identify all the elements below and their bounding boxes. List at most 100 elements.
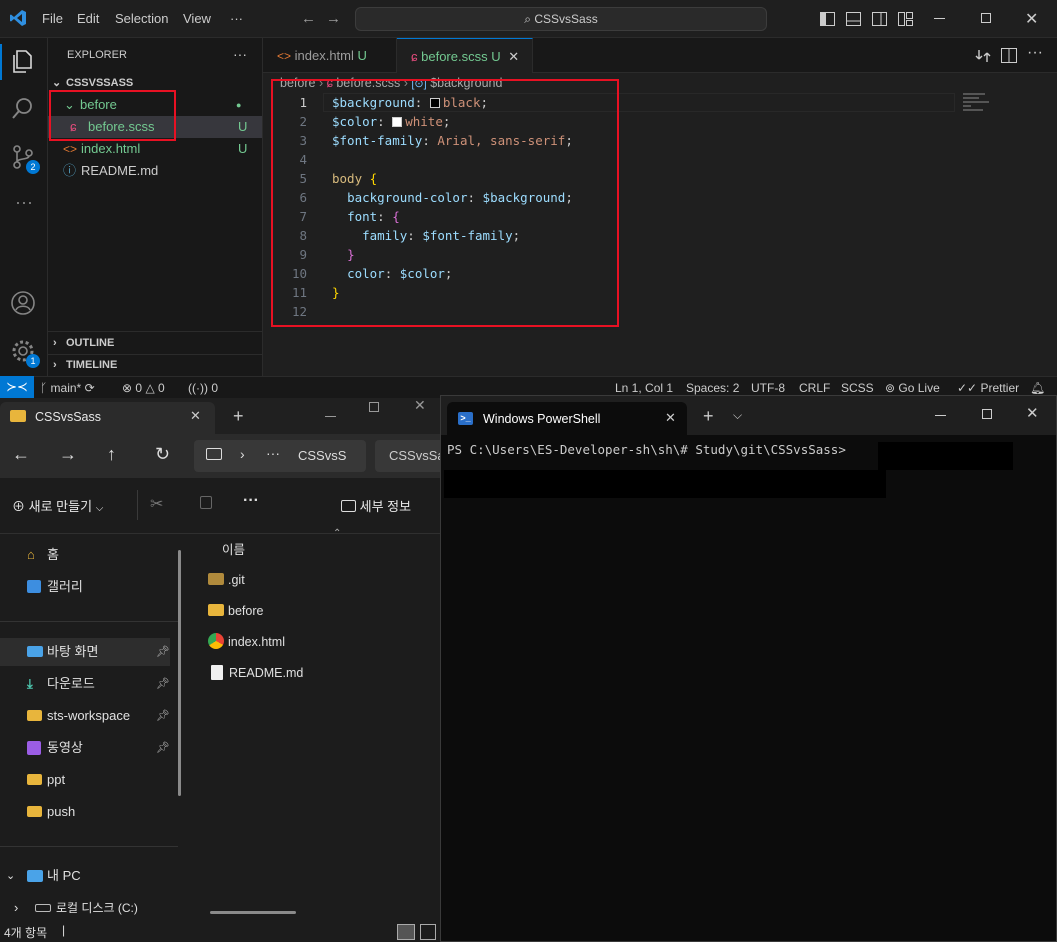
back-arrow-icon[interactable]: ← (301, 11, 316, 26)
prettier-button[interactable]: ✓✓ Prettier (957, 381, 1019, 395)
up-arrow-icon[interactable]: ↑ (107, 444, 116, 465)
cursor-position[interactable]: Ln 1, Col 1 (615, 381, 673, 395)
forward-arrow-icon[interactable]: → (59, 444, 77, 465)
nav-item-push[interactable]: push (0, 798, 170, 826)
terminal-body[interactable]: PS C:\Users\ES-Developer-sh\sh\# Study\g… (441, 435, 1056, 941)
settings-badge: 1 (26, 354, 40, 368)
address-overflow[interactable]: ··· (266, 445, 280, 461)
explorer-tab[interactable]: CSSvsSass ✕ (0, 402, 215, 434)
close-icon[interactable]: ✕ (1025, 9, 1038, 29)
forward-arrow-icon[interactable]: → (326, 11, 341, 26)
search-icon[interactable] (10, 96, 38, 124)
address-bar[interactable]: › ··· CSSvsS (194, 440, 366, 472)
tab-before-scss[interactable]: ɕ before.scss U ✕ (397, 38, 533, 73)
outline-section[interactable]: › OUTLINE (48, 332, 262, 354)
split-editor-icon[interactable] (1001, 48, 1017, 63)
branch-indicator[interactable]: ᚴ main* ⟳ (40, 381, 95, 395)
tree-item-label: index.html (81, 141, 141, 156)
minimize-icon[interactable] (935, 415, 946, 416)
code-editor[interactable]: before › ɕ before.scss › [⊙] $background… (263, 73, 1057, 376)
close-tab-icon[interactable]: ✕ (665, 410, 676, 426)
tab-index-html[interactable]: <> index.html U (263, 38, 397, 73)
sort-chevron-up-icon[interactable]: ⌃ (333, 528, 341, 539)
go-live-button[interactable]: ⊚ Go Live (885, 381, 940, 395)
toggle-secondary-sidebar-icon[interactable] (872, 12, 887, 26)
problems-indicator[interactable]: ⊗ 0 △ 0 (122, 381, 165, 395)
nav-item-sts-workspace[interactable]: sts-workspace 📌︎ (0, 702, 170, 730)
more-views-icon[interactable]: ··· (10, 192, 38, 220)
back-arrow-icon[interactable]: ← (12, 444, 30, 465)
close-tab-icon[interactable]: ✕ (190, 408, 201, 424)
minimize-icon[interactable] (325, 416, 336, 417)
search-box[interactable]: CSSvsSas (375, 440, 440, 472)
minimap[interactable] (963, 93, 993, 115)
new-tab-icon[interactable]: + (703, 406, 714, 427)
chevron-down-icon[interactable]: ⌵ (733, 408, 742, 423)
menu-view[interactable]: View (183, 11, 211, 26)
new-button[interactable]: ⊕ 새로 만들기 ⌵ (12, 496, 103, 515)
file-row-readme[interactable]: README.md (208, 661, 303, 685)
nav-item-gallery[interactable]: 갤러리 (0, 573, 170, 601)
indentation[interactable]: Spaces: 2 (686, 381, 739, 395)
command-center-search[interactable]: ⌕ CSSvsSass (355, 7, 767, 31)
close-icon[interactable]: ✕ (1026, 404, 1039, 422)
ports-indicator[interactable]: ((·)) 0 (188, 381, 218, 395)
pin-icon[interactable]: 📌︎ (156, 638, 170, 666)
new-tab-icon[interactable]: + (233, 406, 244, 427)
nav-scrollbar[interactable] (178, 550, 181, 796)
maximize-icon[interactable] (981, 13, 991, 23)
nav-item-desktop[interactable]: 바탕 화면 📌︎ (0, 638, 170, 666)
tree-item-readme[interactable]: ⓘ README.md (48, 160, 262, 182)
timeline-section[interactable]: › TIMELINE (48, 354, 262, 376)
explorer-icon[interactable] (10, 48, 38, 76)
pin-icon[interactable]: 📌︎ (156, 734, 170, 762)
editor-more-button[interactable]: ··· (1027, 44, 1043, 62)
nav-item-downloads[interactable]: ⤓ 다운로드 📌︎ (0, 670, 170, 698)
toggle-panel-icon[interactable] (846, 12, 861, 26)
file-row-index-html[interactable]: index.html (208, 630, 285, 654)
maximize-icon[interactable] (369, 402, 379, 412)
minimize-icon[interactable] (934, 18, 945, 19)
toggle-sidebar-icon[interactable] (820, 12, 835, 26)
customize-layout-icon[interactable] (898, 12, 913, 26)
menu-more[interactable]: ··· (230, 11, 243, 26)
file-row-before[interactable]: before (208, 599, 263, 623)
source-control-icon[interactable]: 2 (10, 144, 40, 174)
details-button[interactable]: 세부 정보 (341, 496, 411, 515)
menu-edit[interactable]: Edit (77, 11, 99, 26)
close-tab-icon[interactable]: ✕ (508, 49, 519, 64)
more-options-icon[interactable]: ··· (243, 492, 259, 510)
language-mode[interactable]: SCSS (841, 381, 874, 395)
nav-item-home[interactable]: ⌂ 홈 (0, 541, 170, 569)
address-segment[interactable]: CSSvsS (298, 448, 366, 463)
remote-icon[interactable]: ≻≺ (0, 376, 34, 398)
compare-changes-icon[interactable] (975, 48, 991, 64)
terminal-tab[interactable]: >_ Windows PowerShell ✕ (447, 402, 687, 435)
cut-icon[interactable]: ✂ (150, 494, 163, 514)
end-of-line[interactable]: CRLF (799, 381, 830, 395)
copy-icon[interactable] (200, 496, 212, 509)
download-icon: ⤓ (27, 676, 33, 691)
maximize-icon[interactable] (982, 409, 992, 419)
pin-icon[interactable]: 📌︎ (156, 670, 170, 698)
explorer-more-button[interactable]: ··· (233, 46, 247, 62)
nav-item-this-pc[interactable]: ⌄ 내 PC (0, 862, 170, 890)
bell-icon[interactable]: 🔔︎ (1030, 381, 1045, 395)
accounts-icon[interactable] (10, 290, 38, 318)
details-view-icon[interactable] (397, 924, 415, 940)
menu-file[interactable]: File (42, 11, 63, 26)
close-icon[interactable]: ✕ (414, 397, 426, 414)
file-row-git[interactable]: .git (208, 568, 245, 592)
nav-item-local-disk[interactable]: › 로컬 디스크 (C:) (0, 894, 170, 922)
nav-item-ppt[interactable]: ppt (0, 766, 170, 794)
encoding[interactable]: UTF-8 (751, 381, 785, 395)
refresh-icon[interactable]: ↻ (155, 444, 170, 465)
nav-item-videos[interactable]: 동영상 📌︎ (0, 734, 170, 762)
tree-item-index-html[interactable]: <> index.html U (48, 138, 262, 160)
menu-selection[interactable]: Selection (115, 11, 168, 26)
horizontal-scrollbar[interactable] (210, 911, 296, 914)
pin-icon[interactable]: 📌︎ (156, 702, 170, 730)
tiles-view-icon[interactable] (420, 924, 436, 940)
gear-icon[interactable]: 1 (10, 338, 40, 368)
column-header-name[interactable]: 이름 (222, 539, 245, 558)
